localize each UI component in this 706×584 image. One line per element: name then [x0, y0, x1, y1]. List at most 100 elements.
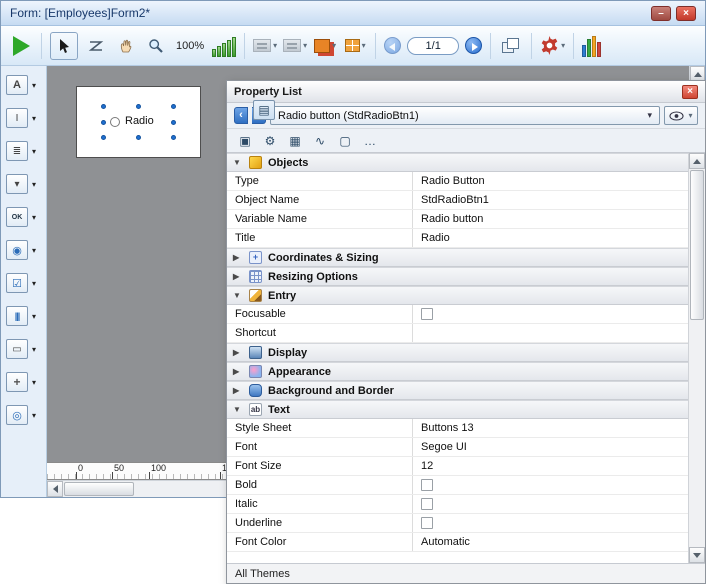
pointer-tool-button[interactable] [50, 32, 78, 60]
rectangle-tool-icon[interactable]: ▭ [6, 339, 28, 359]
previous-object-button[interactable]: ‹ [234, 107, 248, 124]
text-tool-icon[interactable]: A [6, 75, 28, 95]
text-tool[interactable]: A▾ [1, 75, 46, 95]
check-box-tool-icon[interactable]: ☑ [6, 273, 28, 293]
selection-handle[interactable] [101, 135, 106, 140]
form-page[interactable]: Radio [76, 86, 201, 158]
layer-tools-dropdown[interactable]: ▾ [313, 32, 337, 60]
collapse-triangle-icon[interactable]: ▼ [233, 158, 243, 167]
combo-box-tool[interactable]: ▾▾ [1, 174, 46, 194]
selection-handle[interactable] [171, 104, 176, 109]
palette-vertical-scrollbar[interactable] [688, 153, 705, 563]
button-tool-icon[interactable]: OK [6, 207, 28, 227]
tab-list-icon[interactable]: ▤ [253, 100, 275, 120]
scroll-up-button[interactable] [689, 153, 705, 169]
expand-triangle-icon[interactable]: ▶ [233, 386, 243, 395]
tab-control-tool-dropdown-arrow[interactable]: ▾ [32, 411, 36, 420]
style-sheet-value[interactable]: Buttons 13 [421, 422, 474, 434]
tab-screen-icon[interactable]: ▢ [334, 131, 356, 151]
expand-triangle-icon[interactable]: ▶ [233, 272, 243, 281]
tab-graph-icon[interactable]: ∿ [309, 131, 331, 151]
view-options-dropdown[interactable]: ▾ [664, 106, 698, 125]
entry-order-button[interactable] [84, 32, 108, 60]
button-grid-tool-icon[interactable]: ||| [6, 306, 28, 326]
selection-handle[interactable] [171, 120, 176, 125]
rectangle-tool[interactable]: ▭▾ [1, 339, 46, 359]
section-resizing-options[interactable]: ▶Resizing Options [227, 267, 688, 286]
tab-control-tool-icon[interactable]: ◎ [6, 405, 28, 425]
collapse-triangle-icon[interactable]: ▼ [233, 291, 243, 300]
list-box-tool-icon[interactable]: ≣ [6, 141, 28, 161]
tab-gear-icon[interactable]: ⚙ [259, 131, 281, 151]
splitter-tool-dropdown-arrow[interactable]: ▾ [32, 378, 36, 387]
button-grid-tool-dropdown-arrow[interactable]: ▾ [32, 312, 36, 321]
font-value[interactable]: Segoe UI [421, 441, 467, 453]
section-appearance[interactable]: ▶Appearance [227, 362, 688, 381]
input-tool[interactable]: I▾ [1, 108, 46, 128]
close-button[interactable]: × [676, 6, 696, 21]
button-tool[interactable]: OK▾ [1, 207, 46, 227]
next-page-button[interactable] [465, 37, 482, 54]
list-box-tool[interactable]: ≣▾ [1, 141, 46, 161]
page-indicator[interactable]: 1/1 [407, 37, 459, 55]
font-size-value[interactable]: 12 [421, 460, 433, 472]
tab-control-tool[interactable]: ◎▾ [1, 405, 46, 425]
tab-monitor-icon[interactable]: ▣ [234, 131, 256, 151]
tab-ellipsis-icon[interactable]: … [359, 131, 381, 151]
scroll-down-button[interactable] [689, 547, 705, 563]
check-box-tool-dropdown-arrow[interactable]: ▾ [32, 279, 36, 288]
move-tool-button[interactable] [114, 32, 138, 60]
title-value[interactable]: Radio [421, 232, 450, 244]
input-tool-dropdown-arrow[interactable]: ▾ [32, 114, 36, 123]
selection-handle[interactable] [136, 104, 141, 109]
radio-button-widget[interactable]: Radio [103, 106, 174, 138]
expand-triangle-icon[interactable]: ▶ [233, 348, 243, 357]
horizontal-scroll-thumb[interactable] [64, 482, 134, 496]
collapse-triangle-icon[interactable]: ▼ [233, 405, 243, 414]
input-tool-icon[interactable]: I [6, 108, 28, 128]
section-entry[interactable]: ▼Entry [227, 286, 688, 305]
variable-name-value[interactable]: Radio button [421, 213, 483, 225]
text-tool-dropdown-arrow[interactable]: ▾ [32, 81, 36, 90]
splitter-tool[interactable]: +▾ [1, 372, 46, 392]
font-color-value[interactable]: Automatic [421, 536, 470, 548]
settings-dropdown[interactable]: ▾ [540, 32, 565, 60]
window-titlebar[interactable]: Form: [Employees]Form2* – × [1, 1, 705, 26]
rectangle-tool-dropdown-arrow[interactable]: ▾ [32, 345, 36, 354]
palette-titlebar[interactable]: Property List × [227, 81, 705, 103]
list-box-tool-dropdown-arrow[interactable]: ▾ [32, 147, 36, 156]
object-name-value[interactable]: StdRadioBtn1 [421, 194, 489, 206]
object-selector-dropdown[interactable]: Radio button (StdRadioBtn1) ▾ [270, 106, 660, 125]
section-background-and-border[interactable]: ▶Background and Border [227, 381, 688, 400]
section-coordinates-sizing[interactable]: ▶Coordinates & Sizing [227, 248, 688, 267]
selection-handle[interactable] [171, 135, 176, 140]
section-display[interactable]: ▶Display [227, 343, 688, 362]
radio-button-tool-dropdown-arrow[interactable]: ▾ [32, 246, 36, 255]
selection-handle[interactable] [101, 120, 106, 125]
combo-box-tool-icon[interactable]: ▾ [6, 174, 28, 194]
combo-box-tool-dropdown-arrow[interactable]: ▾ [32, 180, 36, 189]
execute-form-button[interactable] [9, 32, 33, 60]
tab-grid-icon[interactable]: ▦ [284, 131, 306, 151]
focusable-checkbox[interactable] [421, 308, 433, 320]
underline-checkbox[interactable] [421, 517, 433, 529]
radio-button-tool-icon[interactable]: ◉ [6, 240, 28, 260]
selection-handle[interactable] [101, 104, 106, 109]
radio-button-tool[interactable]: ◉▾ [1, 240, 46, 260]
minimize-button[interactable]: – [651, 6, 671, 21]
distribute-tools-dropdown[interactable]: ▾ [283, 32, 307, 60]
palette-scroll-thumb[interactable] [690, 170, 704, 320]
expand-triangle-icon[interactable]: ▶ [233, 253, 243, 262]
object-library-button[interactable] [582, 35, 601, 57]
zoom-scale-icon[interactable] [212, 35, 236, 57]
selection-handle[interactable] [136, 135, 141, 140]
check-box-tool[interactable]: ☑▾ [1, 273, 46, 293]
section-text[interactable]: ▼Text [227, 400, 688, 419]
group-tools-dropdown[interactable]: ▾ [343, 32, 367, 60]
themes-filter-label[interactable]: All Themes [235, 568, 290, 580]
align-tools-dropdown[interactable]: ▾ [253, 32, 277, 60]
button-grid-tool[interactable]: ||| ▾ [1, 306, 46, 326]
palette-close-button[interactable]: × [682, 85, 698, 99]
zoom-tool-button[interactable] [144, 32, 168, 60]
new-window-button[interactable] [499, 32, 523, 60]
